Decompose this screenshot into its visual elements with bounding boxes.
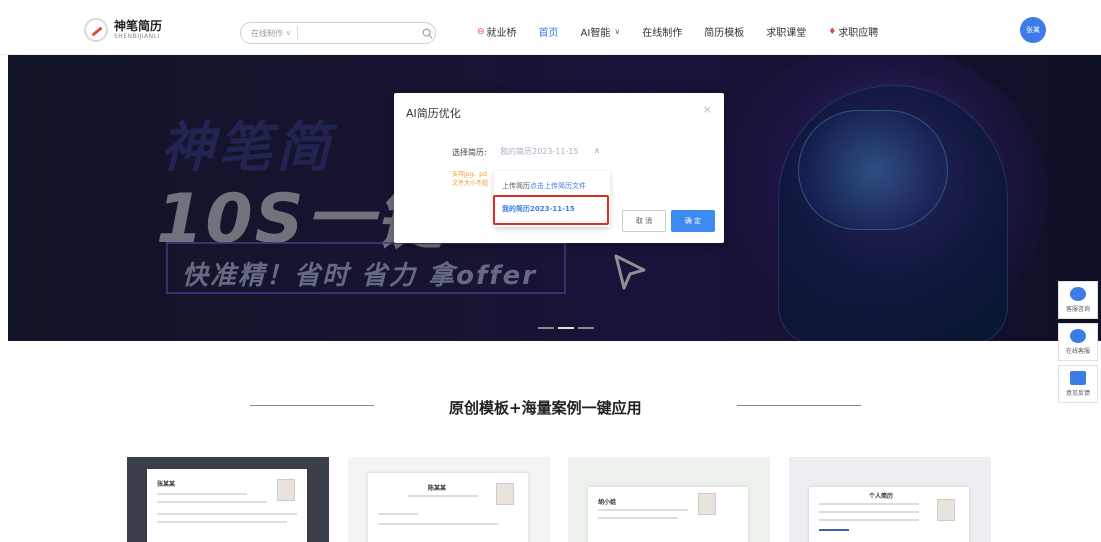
resume-preview: 张某某 — [147, 469, 307, 542]
bridge-icon: ⊖ — [477, 26, 485, 37]
consult-button[interactable]: 客服咨询 — [1058, 281, 1098, 319]
search-scope-select[interactable]: 在线制作 ∨ — [241, 26, 298, 40]
confirm-button[interactable]: 确 定 — [671, 210, 715, 232]
resume-preview: 陈某某 — [368, 473, 528, 542]
template-card[interactable]: 张某某 — [127, 457, 329, 542]
top-header: 神笔简历 SHENBIJIANLI 在线制作 ∨ ⊖ 就业桥 首页 AI智能 ∨ — [0, 0, 1101, 55]
nav-item-jobs[interactable]: ♦ 求职应聘 — [828, 24, 878, 40]
search-bar: 在线制作 ∨ — [240, 22, 436, 44]
user-avatar[interactable]: 张某 — [1020, 17, 1046, 43]
photo-placeholder — [937, 499, 955, 521]
template-card[interactable]: 个人简历 — [789, 457, 991, 542]
page: 神笔简历 SHENBIJIANLI 在线制作 ∨ ⊖ 就业桥 首页 AI智能 ∨ — [0, 0, 1101, 542]
upload-link[interactable]: 点击上传简历文件 — [530, 182, 586, 190]
feedback-button[interactable]: 意见反馈 — [1058, 365, 1098, 403]
chevron-up-icon[interactable]: ∧ — [594, 146, 600, 155]
search-icon[interactable] — [420, 28, 435, 39]
search-input[interactable] — [297, 24, 420, 42]
headset-icon — [1070, 287, 1086, 301]
fire-icon: ♦ — [828, 26, 837, 37]
nav-item-online-make[interactable]: 在线制作 — [642, 24, 682, 39]
resume-preview: 个人简历 — [809, 487, 969, 542]
logo-icon — [84, 18, 108, 42]
nav-item-ai[interactable]: AI智能 ∨ — [581, 24, 621, 39]
cancel-button[interactable]: 取 消 — [622, 210, 666, 232]
section-title: 原创模板+海量案例一键应用 — [449, 399, 642, 417]
photo-placeholder — [698, 493, 716, 515]
divider — [250, 405, 374, 406]
feedback-icon — [1070, 371, 1086, 385]
carousel-dot[interactable] — [538, 327, 554, 329]
logo-name: 神笔简历 — [114, 19, 163, 33]
nav-item-jiuyeqiao[interactable]: ⊖ 就业桥 — [477, 24, 517, 40]
online-service-button[interactable]: 在线客服 — [1058, 323, 1098, 361]
carousel-dot[interactable] — [578, 327, 594, 329]
template-card[interactable]: 陈某某 — [348, 457, 550, 542]
logo[interactable]: 神笔简历 SHENBIJIANLI — [84, 18, 162, 42]
chat-icon — [1070, 329, 1086, 343]
template-card[interactable]: 胡小姐 — [568, 457, 770, 542]
ai-resume-optimize-dialog: AI简历优化 × 选择简历: 我的简历2023-11-15 ∧ 支持jpg、pd… — [394, 93, 724, 243]
nav-item-classroom[interactable]: 求职课堂 — [766, 24, 806, 39]
photo-placeholder — [277, 479, 295, 501]
upload-hint: 支持jpg、pd 文件大小不超 — [452, 171, 489, 187]
carousel-dots — [538, 327, 598, 329]
resume-preview: 胡小姐 — [588, 487, 748, 542]
resume-dropdown: 上传简历点击上传简历文件 我的简历2023-11-15 — [493, 171, 610, 227]
dropdown-resume-option[interactable]: 我的简历2023-11-15 — [502, 204, 575, 214]
chevron-down-icon: ∨ — [614, 27, 621, 36]
main-nav: ⊖ 就业桥 首页 AI智能 ∨ 在线制作 简历模板 求职课堂 ♦ 求职应聘 — [477, 24, 900, 40]
photo-placeholder — [496, 483, 514, 505]
divider — [737, 405, 861, 406]
logo-subtitle: SHENBIJIANLI — [114, 33, 160, 40]
resume-select-label: 选择简历: — [452, 148, 487, 157]
dropdown-upload-option[interactable]: 上传简历点击上传简历文件 — [502, 181, 586, 191]
dialog-title: AI简历优化 — [406, 107, 461, 120]
close-icon[interactable]: × — [703, 103, 712, 116]
carousel-dot-active[interactable] — [558, 327, 574, 329]
nav-item-templates[interactable]: 简历模板 — [704, 24, 744, 39]
search-scope-label: 在线制作 — [251, 28, 283, 38]
chevron-down-icon: ∨ — [285, 29, 291, 37]
nav-item-home[interactable]: 首页 — [539, 24, 559, 39]
